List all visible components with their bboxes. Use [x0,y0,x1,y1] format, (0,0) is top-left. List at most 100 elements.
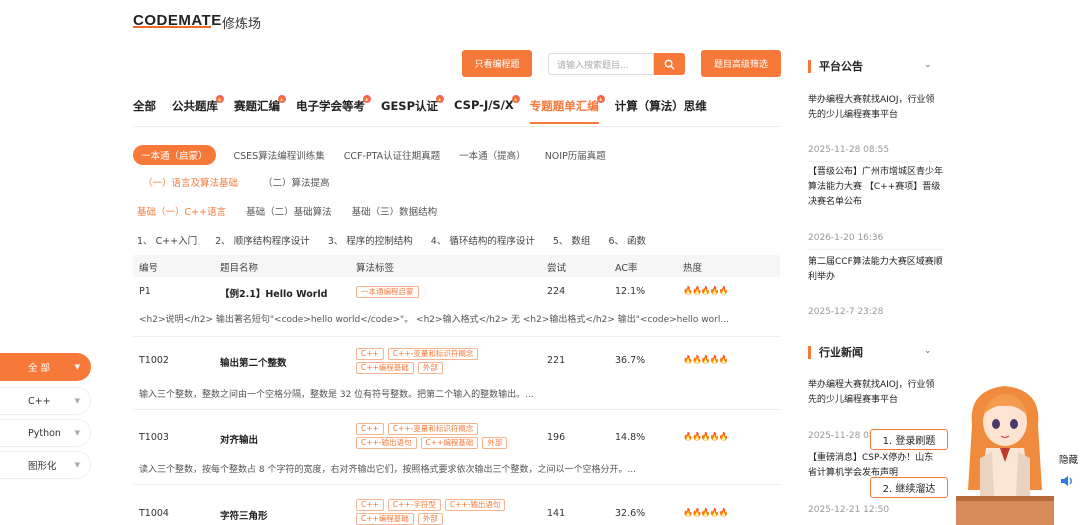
problem-title[interactable]: 输出第二个整数 [220,355,287,369]
problem-description: 输入三个整数，整数之间由一个空格分隔，整数是 32 位有符号整数。把第二个输入的… [139,390,534,400]
tab-contest-compile[interactable]: 赛题汇编 🔥 [234,95,286,124]
search-input[interactable]: 请输入搜索题目... [548,53,654,75]
problem-title[interactable]: 字符三角形 [220,508,268,522]
tag[interactable]: 外部 [417,362,443,374]
section-cpp-language[interactable]: 基础（一）C++语言 [137,204,226,218]
speaker-icon[interactable] [1060,475,1074,487]
problem-tags: C++ C++-变量和标识符概念 C++编程基础 外部 [356,348,526,374]
divider [808,249,943,250]
chevron-down-icon[interactable]: ⌄ [924,60,932,70]
section-basic-algorithms[interactable]: 基础（二）基础算法 [246,204,332,218]
problem-id: P1 [139,286,151,297]
tag[interactable]: C++-输出语句 [356,437,417,449]
problem-title[interactable]: 【例2.1】Hello World [220,286,327,300]
subtab-cses[interactable]: CSES算法编程训练集 [234,148,325,162]
tab-label: 计算（算法）思维 [614,99,707,113]
divider [808,161,943,162]
advanced-filter-button[interactable]: 题目高级筛选 [701,50,781,77]
lang-cpp[interactable]: C++ ▼ [0,387,91,415]
tab-topic-list[interactable]: 专题题单汇编 🔥 [529,95,605,124]
tab-csp[interactable]: CSP-J/S/X 🔥 [454,95,520,124]
tag[interactable]: C++编程基础 [356,362,414,374]
lang-graphical[interactable]: 图形化 ▼ [0,451,91,479]
header-ac-rate: AC率 [615,263,638,274]
chapter-item[interactable]: 3、 程序的控制结构 [328,233,413,247]
announcement-title[interactable]: 举办编程大赛就找AIOJ，行业领先的少儿编程赛事平台 [808,93,943,123]
tag[interactable]: 一本通编程启蒙 [356,286,419,298]
login-practice-button[interactable]: 1. 登录刷题 [870,429,948,450]
brand-subtitle: 修炼场 [222,17,262,32]
problem-title[interactable]: 对齐输出 [220,432,258,446]
tab-divider [133,126,780,127]
chevron-down-icon: ▼ [74,429,80,437]
tag[interactable]: C++-变量和标识符概念 [387,423,479,435]
tab-electronic-exam[interactable]: 电子学会等考 🔥 [296,95,371,124]
only-programming-button[interactable]: 只看编程题 [462,50,532,77]
problem-tags: 一本通编程启蒙 [356,286,526,298]
problem-description: <h2>说明</h2> 输出著名短句"<code>hello world</co… [139,315,729,325]
section-data-structures[interactable]: 基础（三）数据结构 [352,204,438,218]
subtab-ccf-pta[interactable]: CCF-PTA认证往期真题 [344,148,440,162]
chevron-down-icon: ▼ [74,397,80,405]
table-row[interactable]: T1002 输出第二个整数 C++ C++-变量和标识符概念 C++编程基础 外… [133,346,780,411]
tag[interactable]: C++编程基础 [420,437,479,449]
chevron-down-icon[interactable]: ⌄ [924,346,932,356]
news-title[interactable]: 举办编程大赛就找AIOJ，行业领先的少儿编程赛事平台 [808,378,943,408]
mascot-illustration [956,386,1054,525]
subtab-yibentong-tigao[interactable]: 一本通（提高） [459,148,526,162]
tab-all[interactable]: 全部 [133,98,156,124]
tag[interactable]: C++ [356,423,384,435]
badge-dot: 🔥 [278,95,286,103]
tag[interactable]: C++-输出语句 [444,499,506,511]
problem-tags: C++ C++-变量和标识符概念 C++-输出语句 C++编程基础 外部 [356,423,526,449]
subtab-noip[interactable]: NOIP历届真题 [545,148,606,162]
announcements-title: 平台公告 [808,60,863,73]
heat-icons: 🔥🔥🔥🔥🔥 [683,286,729,295]
category-algorithm-advanced[interactable]: （二）算法提高 [263,175,330,189]
problem-id: T1002 [139,355,169,366]
category-language-basics[interactable]: （一）语言及算法基础 [143,175,238,189]
heat-icons: 🔥🔥🔥🔥🔥 [683,355,729,364]
chapter-item[interactable]: 5、 数组 [553,233,591,247]
tab-gesp[interactable]: GESP认证 🔥 [381,95,445,124]
table-row[interactable]: P1 【例2.1】Hello World 一本通编程启蒙 224 12.1% 🔥… [133,280,780,338]
lang-label: Python [28,427,61,439]
continue-wander-button[interactable]: 2. 继续溜达 [870,477,948,498]
search-icon [664,59,675,70]
tag[interactable]: C++-变量和标识符概念 [387,348,479,360]
chapter-item[interactable]: 2、 顺序结构程序设计 [215,233,310,247]
announcement-date: 2025-11-28 08:55 [808,145,890,155]
tab-label: 公共题库 [172,99,218,113]
tag[interactable]: C++-字符型 [387,499,441,511]
hide-mascot-button[interactable]: 隐藏 [1059,452,1078,466]
tag[interactable]: C++ [356,499,384,511]
news-date: 2025-12-21 12:50 [808,505,890,515]
lang-python[interactable]: Python ▼ [0,419,91,447]
table-row[interactable]: T1003 对齐输出 C++ C++-变量和标识符概念 C++-输出语句 C++… [133,421,780,486]
lang-all[interactable]: 全 部 ▼ [0,353,91,381]
sub-tabs: 一本通（启蒙） CSES算法编程训练集 CCF-PTA认证往期真题 一本通（提高… [133,145,625,165]
chapter-item[interactable]: 1、 C++入门 [137,233,197,247]
heat-icons: 🔥🔥🔥🔥🔥 [683,508,729,517]
tag[interactable]: 外部 [417,513,443,525]
problem-id: T1004 [139,508,169,519]
header-heat: 热度 [683,263,703,274]
table-row[interactable]: T1004 字符三角形 C++ C++-字符型 C++-输出语句 C++编程基础… [133,497,780,525]
problem-ac-rate: 36.7% [615,355,646,366]
chapter-item[interactable]: 6、 函数 [608,233,646,247]
row-divider [133,484,780,485]
subtab-yibentong-qimeng[interactable]: 一本通（启蒙） [133,145,216,165]
badge-dot: 🔥 [363,95,371,103]
row-divider [133,336,780,337]
problem-description: 读入三个整数，按每个整数占 8 个字符的宽度，右对齐输出它们，按照格式要求依次输… [139,465,637,475]
header-id: 编号 [139,263,159,274]
tag[interactable]: C++ [356,348,384,360]
announcement-title[interactable]: 第二届CCF算法能力大赛区域赛顺利举办 [808,255,943,285]
chapter-item[interactable]: 4、 循环结构的程序设计 [431,233,535,247]
tab-public-bank[interactable]: 公共题库 🔥 [172,95,224,124]
announcement-title[interactable]: 【晋级公布】广州市增城区青少年算法能力大赛 【C++赛项】晋级决赛名单公布 [808,165,943,210]
tag[interactable]: C++编程基础 [356,513,414,525]
tag[interactable]: 外部 [482,437,508,449]
search-button[interactable] [654,53,685,75]
tab-computational-thinking[interactable]: 计算（算法）思维 [615,98,707,124]
